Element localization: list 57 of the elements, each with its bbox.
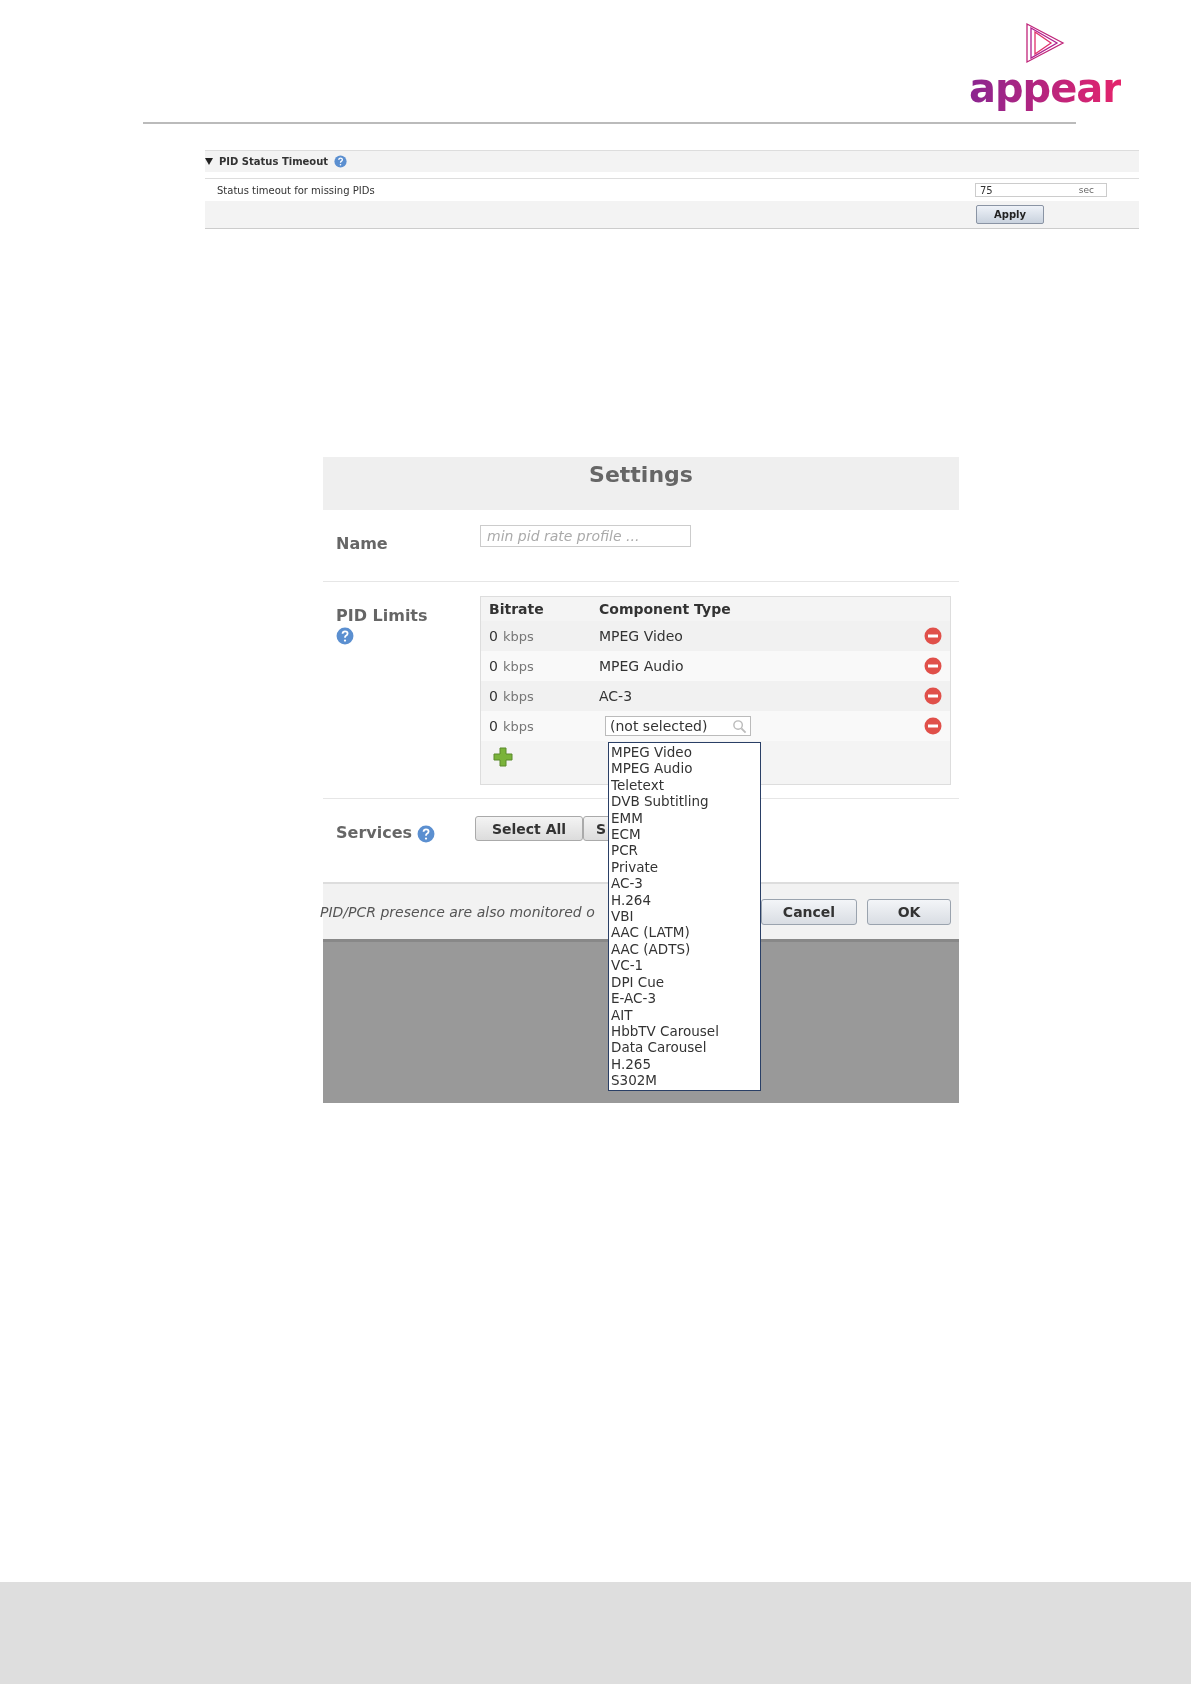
- dropdown-option[interactable]: Private: [611, 858, 758, 876]
- dropdown-option[interactable]: AAC (ADTS): [611, 940, 758, 958]
- name-field[interactable]: min pid rate profile ...: [480, 525, 691, 547]
- remove-icon[interactable]: [924, 627, 942, 645]
- apply-button[interactable]: Apply: [976, 205, 1044, 224]
- dropdown-option[interactable]: HbbTV Carousel: [611, 1022, 758, 1040]
- column-header: Bitrate: [489, 601, 545, 617]
- dropdown-option[interactable]: MPEG Video: [611, 744, 758, 761]
- section-header[interactable]: PID Status Timeout: [205, 150, 1139, 172]
- unit-label: kbps: [503, 718, 535, 734]
- bitrate-value: 0: [489, 628, 499, 644]
- field-label: Services: [336, 823, 413, 842]
- help-icon[interactable]: [334, 155, 348, 168]
- dropdown-option[interactable]: H.265: [611, 1055, 758, 1073]
- dropdown-option[interactable]: H.264: [611, 891, 758, 909]
- help-icon[interactable]: [336, 627, 354, 645]
- component-select[interactable]: (not selected): [605, 716, 751, 736]
- dropdown-option[interactable]: Data Carousel: [611, 1039, 758, 1056]
- dropdown-option[interactable]: PCR: [611, 842, 758, 859]
- remove-icon[interactable]: [924, 717, 942, 735]
- table-cell-text: MPEG Audio: [599, 658, 685, 674]
- dropdown-option[interactable]: DPI Cue: [611, 973, 758, 991]
- field-label: PID Limits: [336, 606, 429, 625]
- services-button[interactable]: Select All: [475, 816, 584, 841]
- dropdown-option[interactable]: AC-3: [611, 875, 758, 892]
- table-cell-text: MPEG Video: [599, 628, 684, 644]
- unit-label: kbps: [503, 628, 535, 644]
- bitrate-value: 0: [489, 658, 499, 674]
- field-label: Name: [336, 534, 389, 553]
- dialog-button[interactable]: Cancel: [761, 898, 857, 925]
- dropdown-option[interactable]: Teletext: [611, 776, 758, 794]
- column-header: Component Type: [599, 601, 732, 617]
- dropdown-option[interactable]: S302M: [611, 1072, 758, 1089]
- remove-icon[interactable]: [924, 687, 942, 705]
- bitrate-value: 0: [489, 718, 499, 734]
- bitrate-value: 0: [489, 688, 499, 704]
- dropdown-option[interactable]: VC-1: [611, 957, 758, 974]
- dropdown-option[interactable]: MPEG Audio: [611, 760, 758, 777]
- add-icon[interactable]: [493, 747, 513, 767]
- dropdown-option[interactable]: AIT: [611, 1006, 758, 1023]
- dropdown-option[interactable]: DVB Subtitling: [611, 793, 758, 810]
- remove-icon[interactable]: [924, 657, 942, 675]
- dropdown-option[interactable]: E-AC-3: [611, 990, 758, 1007]
- footer-note: PID/PCR presence are also monitored o: [320, 903, 595, 920]
- dialog-title: Settings: [323, 457, 959, 510]
- table-cell-text: AC-3: [599, 688, 634, 704]
- unit-label: sec: [1078, 185, 1094, 195]
- dropdown-option[interactable]: VBI: [611, 908, 758, 925]
- dropdown-option[interactable]: AAC (LATM): [611, 924, 758, 941]
- section-title: PID Status Timeout: [219, 156, 329, 167]
- search-icon: [732, 718, 747, 734]
- unit-label: kbps: [503, 658, 535, 674]
- timeout-field[interactable]: 75 sec: [975, 183, 1107, 197]
- setting-label: Status timeout for missing PIDs: [217, 184, 375, 196]
- dialog-button[interactable]: OK: [867, 898, 951, 925]
- help-icon[interactable]: [417, 825, 436, 843]
- unit-label: kbps: [503, 688, 535, 704]
